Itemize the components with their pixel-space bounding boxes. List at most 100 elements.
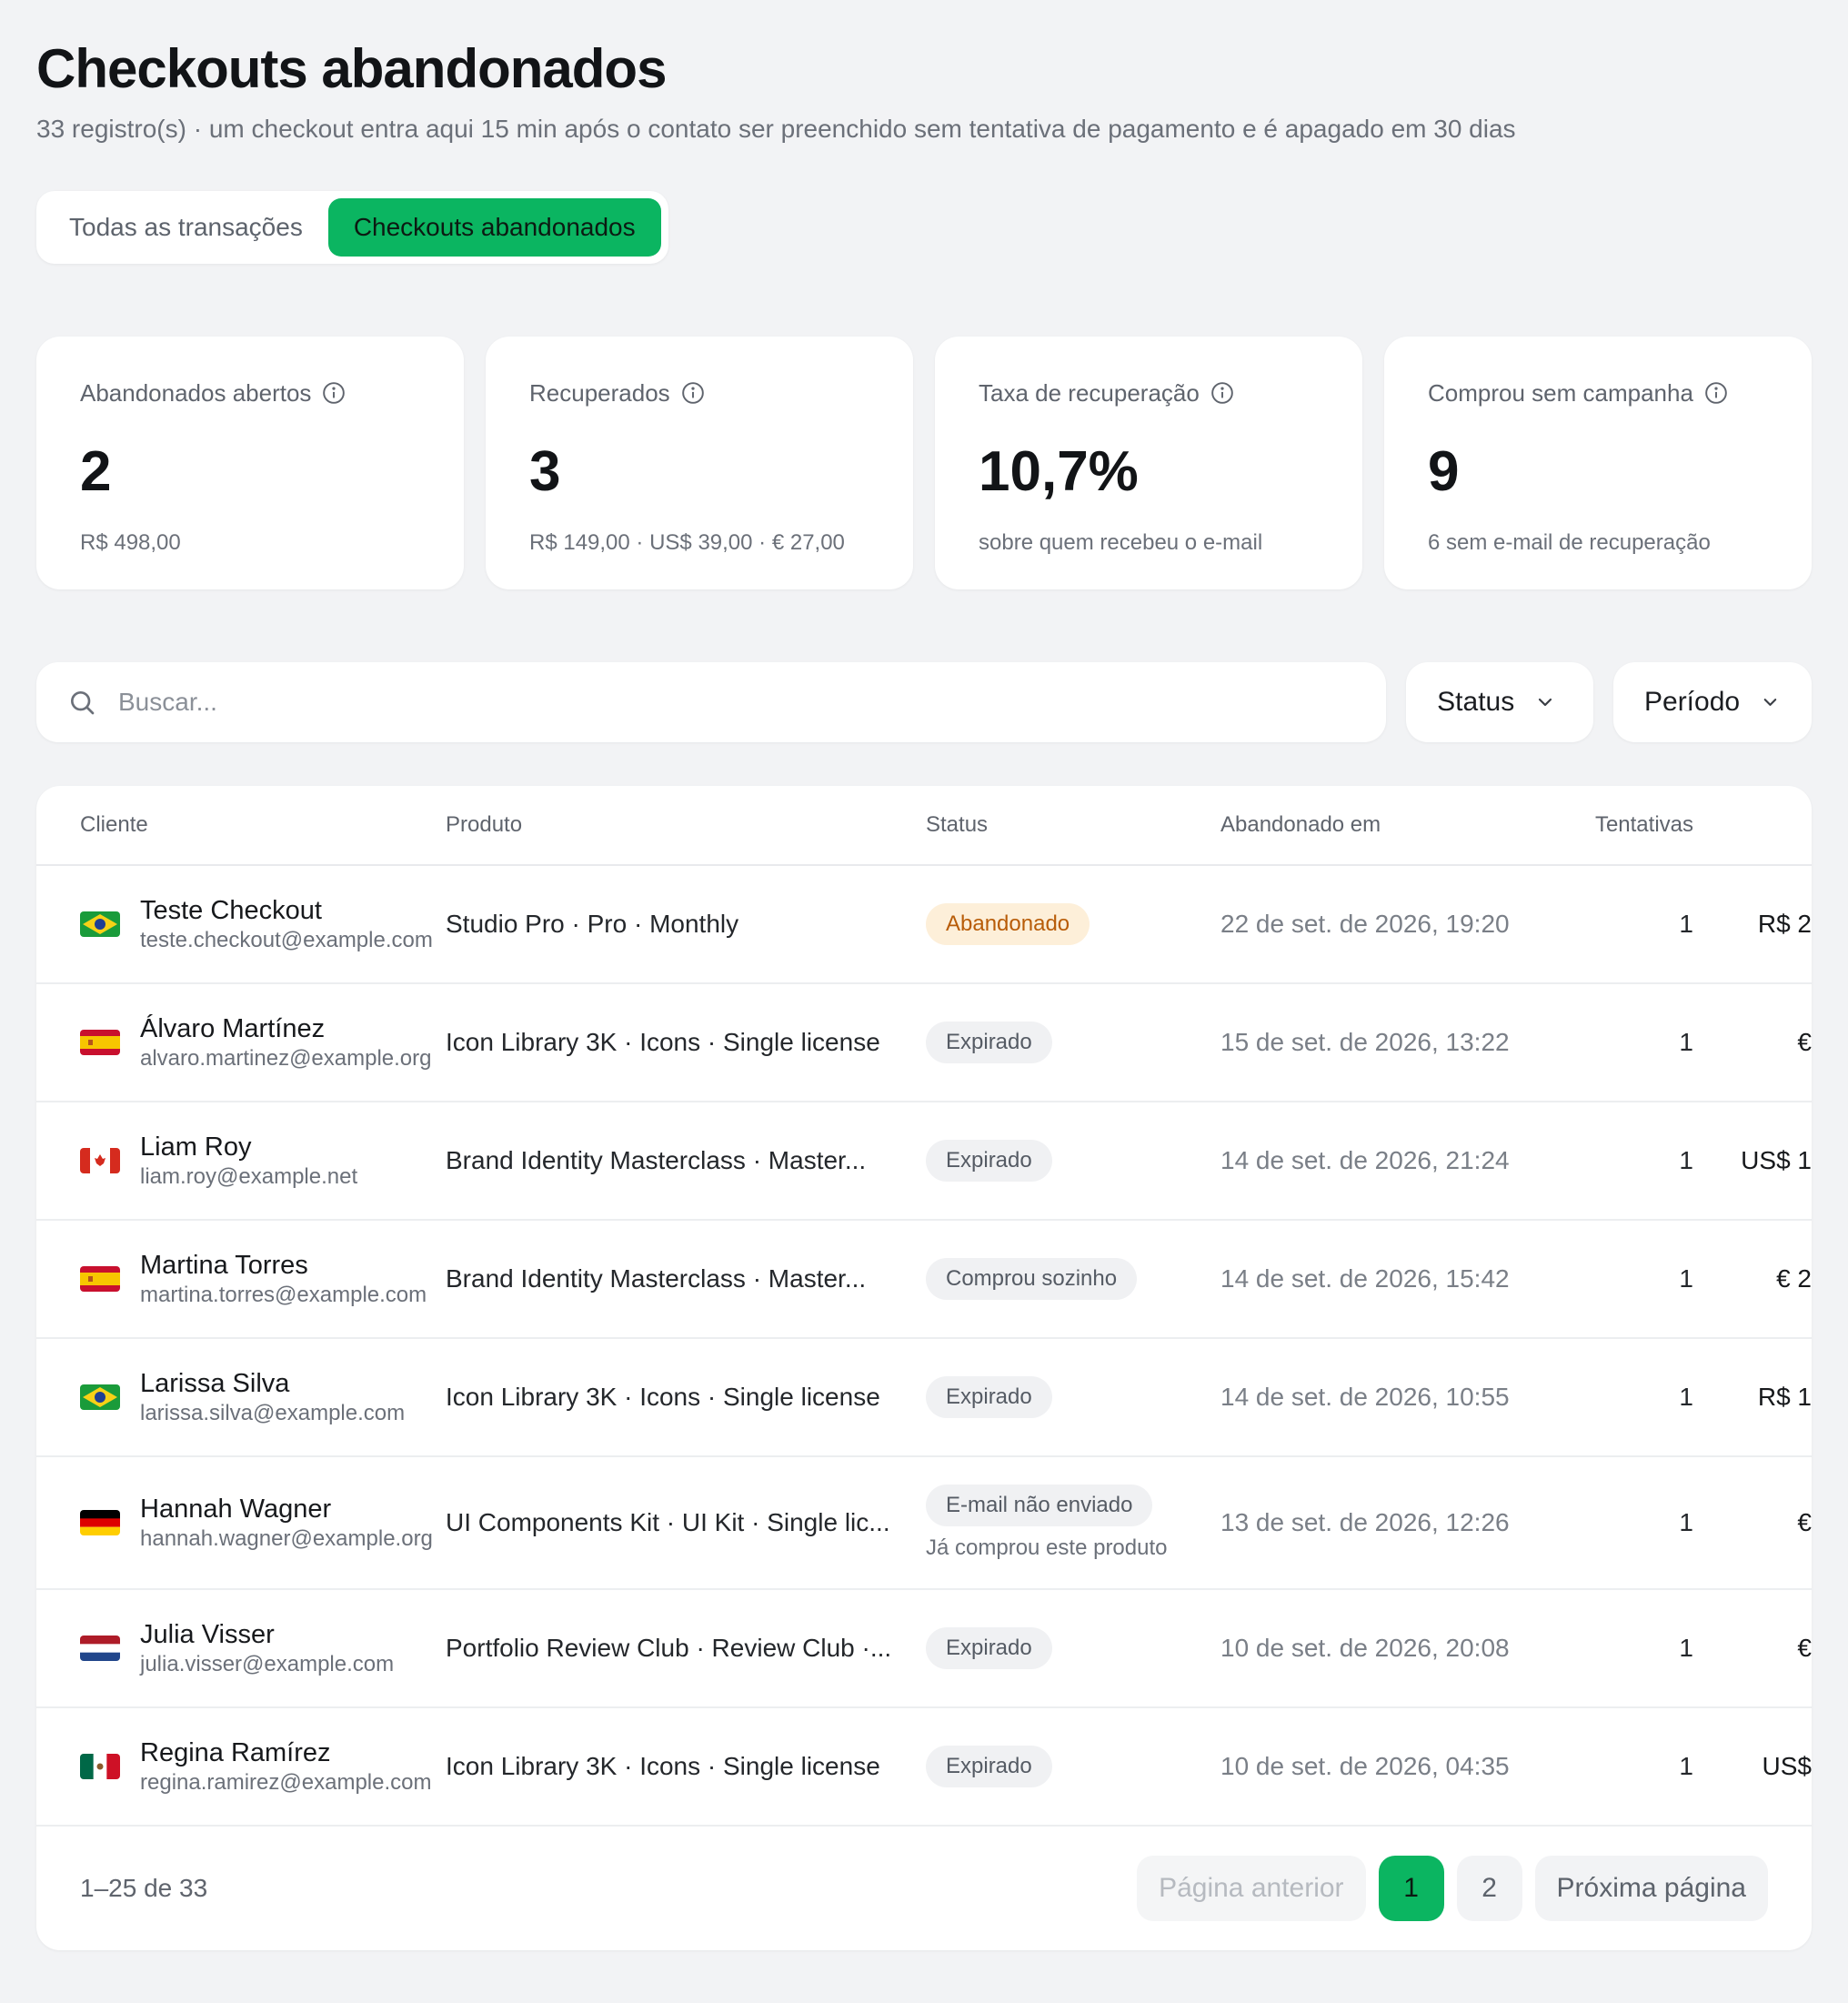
attempts-count: 1: [1679, 1028, 1693, 1056]
status-filter-label: Status: [1437, 687, 1515, 717]
attempts-count: 1: [1679, 1146, 1693, 1174]
abandoned-date: 14 de set. de 2026, 15:42: [1220, 1264, 1510, 1293]
table-row[interactable]: Hannah Wagner hannah.wagner@example.org UI…: [36, 1457, 1812, 1590]
abandoned-date: 14 de set. de 2026, 10:55: [1220, 1383, 1510, 1411]
tab-todas-transacoes[interactable]: Todas as transações: [44, 198, 328, 257]
abandoned-date: 10 de set. de 2026, 20:08: [1220, 1634, 1510, 1662]
customer-name: Larissa Silva: [140, 1369, 290, 1398]
page-title: Checkouts abandonados: [36, 38, 667, 99]
product-name: Brand Identity Masterclass · Master...: [446, 1264, 867, 1293]
product-name: Icon Library 3K · Icons · Single license: [446, 1383, 880, 1411]
checkouts-table: Cliente Produto Status Abandonado em Ten…: [36, 786, 1812, 1950]
search-icon: [71, 691, 95, 715]
table-row[interactable]: Liam Roy liam.roy@example.net Brand Identi…: [36, 1102, 1812, 1221]
attempts-count: 1: [1679, 910, 1693, 938]
status-badge: Comprou sozinho: [926, 1258, 1138, 1300]
country-flag-ca-icon: [80, 1148, 120, 1173]
product-name: Icon Library 3K · Icons · Single license: [446, 1028, 880, 1056]
table-row[interactable]: Álvaro Martínez alvaro.martinez@example.o…: [36, 984, 1812, 1102]
attempts-count: 1: [1679, 1752, 1693, 1780]
table-row[interactable]: Regina Ramírez regina.ramirez@example.com…: [36, 1708, 1812, 1827]
info-icon[interactable]: [1704, 381, 1728, 405]
customer-name: Teste Checkout: [140, 896, 322, 925]
column-header-produto[interactable]: Produto: [446, 812, 926, 838]
table-row[interactable]: Julia Visser julia.visser@example.com Port…: [36, 1590, 1812, 1708]
stat-label: Recuperados: [529, 379, 670, 407]
table-row[interactable]: Martina Torres martina.torres@example.com…: [36, 1221, 1812, 1339]
stat-sub: R$ 149,00 · US$ 39,00 · € 27,00: [529, 530, 845, 555]
search-input[interactable]: [118, 688, 1356, 717]
abandoned-date: 15 de set. de 2026, 13:22: [1220, 1028, 1510, 1056]
attempts-count: 1: [1679, 1634, 1693, 1662]
customer-email: martina.torres@example.com: [140, 1283, 427, 1307]
amount-value: €: [1797, 1634, 1812, 1662]
previous-page-button[interactable]: Página anterior: [1137, 1856, 1366, 1921]
chevron-down-icon: [1539, 698, 1552, 707]
attempts-count: 1: [1679, 1383, 1693, 1411]
product-name: Portfolio Review Club · Review Club ·...: [446, 1634, 892, 1662]
attempts-count: 1: [1679, 1508, 1693, 1536]
amount-value: US$ 1: [1741, 1146, 1812, 1174]
next-page-button[interactable]: Próxima página: [1534, 1856, 1768, 1921]
country-flag-es-icon: [80, 1266, 120, 1292]
product-name: Studio Pro · Pro · Monthly: [446, 910, 739, 938]
info-icon[interactable]: [322, 381, 346, 405]
country-flag-es-icon: [80, 1030, 120, 1055]
customer-email: teste.checkout@example.com: [140, 928, 433, 952]
status-badge: Expirado: [926, 1627, 1052, 1669]
stat-label: Abandonados abertos: [80, 379, 312, 407]
column-header-status[interactable]: Status: [926, 812, 1220, 838]
periodo-filter-label: Período: [1644, 687, 1741, 717]
status-badge: E-mail não enviado: [926, 1485, 1153, 1526]
page-button-1[interactable]: 1: [1378, 1856, 1444, 1921]
column-header-cliente[interactable]: Cliente: [36, 812, 446, 838]
customer-name: Martina Torres: [140, 1251, 308, 1280]
customer-name: Julia Visser: [140, 1620, 275, 1649]
status-note: Já comprou este produto: [926, 1535, 1168, 1560]
amount-value: US$: [1762, 1752, 1812, 1780]
stat-value: 2: [80, 440, 112, 503]
table-row[interactable]: Larissa Silva larissa.silva@example.com Ic…: [36, 1339, 1812, 1457]
search-box: [36, 662, 1387, 742]
table-header: Cliente Produto Status Abandonado em Ten…: [36, 786, 1812, 866]
periodo-filter-dropdown[interactable]: Período: [1613, 662, 1812, 742]
country-flag-nl-icon: [80, 1636, 120, 1661]
page: Checkouts abandonados 33 registro(s) · u…: [36, 36, 1812, 1950]
status-badge: Expirado: [926, 1746, 1052, 1787]
stats-cards: Abandonados abertos 2 R$ 498,00 Recupera…: [36, 337, 1812, 589]
pagination-range: 1–25 de 33: [80, 1874, 208, 1902]
table-footer: 1–25 de 33 Página anterior 1 2 Próxima p…: [36, 1827, 1812, 1950]
product-name: Brand Identity Masterclass · Master...: [446, 1146, 867, 1174]
stat-sub: 6 sem e-mail de recuperação: [1428, 530, 1711, 555]
attempts-count: 1: [1679, 1264, 1693, 1293]
info-icon[interactable]: [681, 381, 705, 405]
status-badge: Abandonado: [926, 903, 1090, 945]
country-flag-de-icon: [80, 1510, 120, 1535]
status-filter-dropdown[interactable]: Status: [1406, 662, 1593, 742]
amount-value: €: [1797, 1508, 1812, 1536]
country-flag-br-icon: [80, 1384, 120, 1410]
abandoned-date: 13 de set. de 2026, 12:26: [1220, 1508, 1510, 1536]
table-body: Teste Checkout teste.checkout@example.com…: [36, 866, 1812, 1827]
customer-email: julia.visser@example.com: [140, 1652, 395, 1676]
stat-value: 3: [529, 440, 561, 503]
stat-value: 10,7%: [979, 440, 1139, 503]
column-header-abandonado-em[interactable]: Abandonado em: [1220, 812, 1548, 838]
column-header-tentativas[interactable]: Tentativas: [1548, 812, 1693, 838]
table-row[interactable]: Teste Checkout teste.checkout@example.com…: [36, 866, 1812, 984]
status-badge: Expirado: [926, 1376, 1052, 1418]
stat-card-recuperados: Recuperados 3 R$ 149,00 · US$ 39,00 · € …: [486, 337, 913, 589]
stat-card-taxa-recuperacao: Taxa de recuperação 10,7% sobre quem rec…: [935, 337, 1362, 589]
stat-card-abandonados-abertos: Abandonados abertos 2 R$ 498,00: [36, 337, 464, 589]
stat-sub: R$ 498,00: [80, 530, 181, 555]
customer-email: larissa.silva@example.com: [140, 1401, 406, 1425]
customer-email: alvaro.martinez@example.org: [140, 1046, 432, 1071]
amount-value: €: [1797, 1028, 1812, 1056]
customer-email: hannah.wagner@example.org: [140, 1526, 433, 1551]
info-icon[interactable]: [1210, 381, 1234, 405]
page-button-2[interactable]: 2: [1456, 1856, 1522, 1921]
pagination: Página anterior 1 2 Próxima página: [1137, 1856, 1768, 1921]
tab-checkouts-abandonados[interactable]: Checkouts abandonados: [327, 198, 661, 257]
product-name: Icon Library 3K · Icons · Single license: [446, 1752, 880, 1780]
stat-value: 9: [1428, 440, 1460, 503]
